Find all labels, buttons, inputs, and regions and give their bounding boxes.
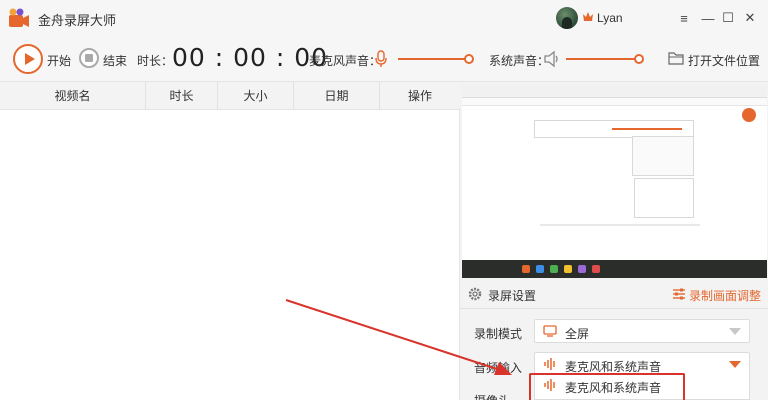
preview-taskbar-icon [550, 265, 558, 273]
record-toolbar: 开始 结束 时长： 00 : 00 : 00 麦克风声音： 系统声音： 打开文件… [0, 36, 768, 82]
system-volume-slider[interactable] [566, 58, 638, 60]
avatar[interactable] [556, 7, 578, 29]
settings-title: 录屏设置 [488, 289, 537, 303]
system-volume-label: 系统声音： [489, 54, 550, 68]
start-record-button[interactable] [13, 44, 43, 74]
system-volume-handle[interactable] [634, 54, 644, 64]
screen-preview [462, 84, 767, 278]
preview-taskbar-icon [536, 265, 544, 273]
preview-taskbar-icon [522, 265, 530, 273]
settings-divider [460, 308, 768, 309]
record-mode-label: 录制模式 [474, 327, 523, 341]
camera-label: 摄像头 [474, 392, 510, 400]
gear-icon [468, 287, 482, 301]
column-header-size[interactable]: 大小 [218, 82, 294, 110]
settings-panel: 录屏设置 录制画面调整 录制模式 全屏 音频输入 麦克风和系统声音 麦克风和系统… [460, 82, 768, 400]
monitor-icon [543, 325, 557, 337]
preview-taskbar-icon [578, 265, 586, 273]
stop-record-button[interactable] [79, 48, 99, 68]
column-header-date[interactable]: 日期 [294, 82, 380, 110]
record-mode-select[interactable]: 全屏 [534, 319, 750, 343]
mic-volume-slider[interactable] [398, 58, 468, 60]
column-header-duration[interactable]: 时长 [146, 82, 218, 110]
adjust-recording-link[interactable]: 录制画面调整 [689, 287, 761, 304]
preview-tabbar [462, 84, 767, 98]
preview-dialog [634, 178, 694, 218]
app-title: 金舟录屏大师 [38, 13, 117, 28]
app-logo-icon [9, 8, 29, 27]
chevron-down-icon [729, 361, 741, 368]
folder-icon[interactable] [668, 50, 684, 66]
preview-taskbar [462, 260, 767, 278]
chevron-down-icon [729, 328, 741, 335]
menu-icon[interactable]: ≡ [674, 8, 694, 28]
speaker-icon[interactable] [543, 50, 561, 68]
stop-label[interactable]: 结束 [103, 52, 127, 69]
column-header-name[interactable]: 视频名 [0, 82, 146, 110]
audio-input-label: 音频输入 [474, 361, 523, 375]
maximize-icon[interactable]: ☐ [718, 8, 738, 28]
preview-browser [462, 84, 767, 260]
audio-wave-icon [544, 358, 555, 370]
annotation-highlight-box [529, 373, 685, 400]
app-window: 金舟录屏大师 Lyan ≡ — ☐ ✕ 开始 结束 时长： 00 : 00 : … [0, 0, 768, 400]
open-folder-link[interactable]: 打开文件位置 [688, 52, 760, 69]
start-label[interactable]: 开始 [47, 52, 71, 69]
title-bar: 金舟录屏大师 Lyan ≡ — ☐ ✕ [0, 0, 768, 36]
column-header-actions: 操作 [407, 89, 432, 103]
preview-taskbar-icon [592, 265, 600, 273]
minimize-icon[interactable]: — [698, 8, 718, 28]
record-mode-value: 全屏 [565, 327, 590, 341]
close-icon[interactable]: ✕ [740, 8, 760, 28]
mic-volume-label: 麦克风声音： [309, 54, 382, 68]
preview-taskbar-icon [564, 265, 572, 273]
microphone-icon[interactable] [374, 50, 388, 68]
duration-label: 时长： [137, 54, 174, 68]
sliders-icon[interactable] [672, 287, 686, 301]
preview-panel [632, 136, 694, 176]
preview-avatar [742, 108, 756, 122]
video-list: 视频名 时长 大小 日期 操作 [0, 82, 460, 400]
preview-bookmarks [462, 98, 767, 106]
mic-volume-handle[interactable] [464, 54, 474, 64]
preview-divider [540, 224, 700, 226]
preview-slider [612, 128, 682, 130]
table-header: 视频名 时长 大小 日期 操作 [0, 82, 460, 110]
username[interactable]: Lyan [597, 11, 623, 25]
vip-crown-icon [583, 12, 593, 21]
record-timer: 00 : 00 : 00 [172, 43, 329, 72]
